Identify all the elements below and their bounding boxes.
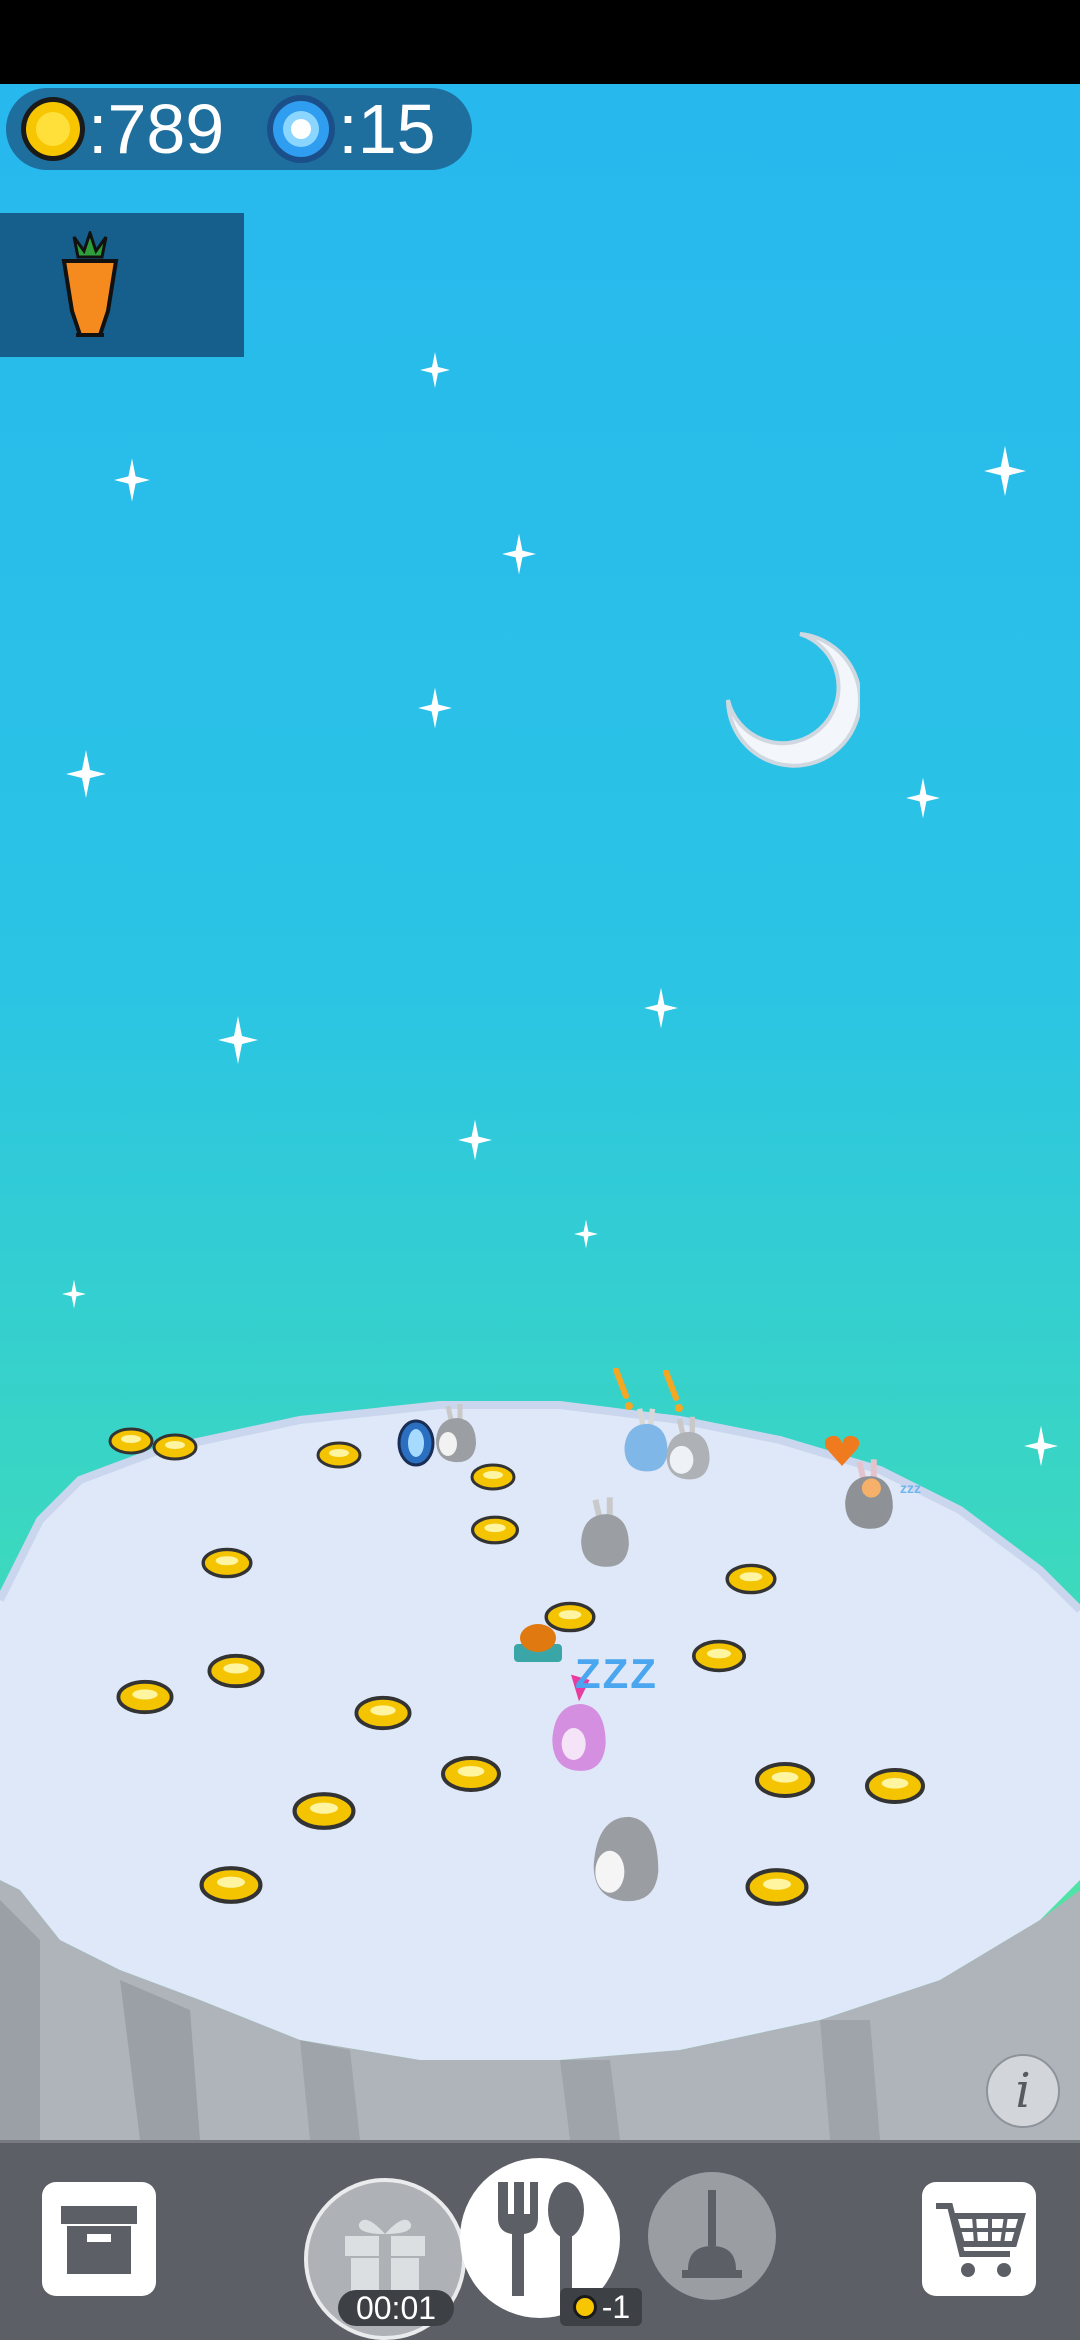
cart-icon bbox=[936, 2203, 1026, 2277]
coin-icon[interactable] bbox=[200, 1546, 254, 1580]
coin-icon[interactable] bbox=[352, 1694, 414, 1732]
bunny-icon[interactable] bbox=[430, 1400, 482, 1466]
status-bar bbox=[0, 0, 1080, 84]
exclamation-icon bbox=[613, 1368, 633, 1410]
sparkle-icon bbox=[644, 987, 678, 1029]
storage-button[interactable] bbox=[42, 2182, 156, 2296]
coin-icon[interactable] bbox=[114, 1678, 176, 1716]
coin-icon[interactable] bbox=[752, 1760, 818, 1800]
feed-cost-value: -1 bbox=[601, 2288, 631, 2325]
coin-icon[interactable] bbox=[196, 1864, 266, 1906]
coin-icon[interactable] bbox=[206, 1652, 266, 1690]
carrot-icon bbox=[61, 231, 119, 337]
sparkle-icon bbox=[574, 1219, 598, 1249]
fork-spoon-icon bbox=[498, 2182, 584, 2296]
food-bowl-icon[interactable] bbox=[510, 1620, 566, 1666]
coin-icon[interactable] bbox=[316, 1440, 362, 1470]
coin-icon[interactable] bbox=[438, 1754, 504, 1794]
coin-icon bbox=[572, 2295, 597, 2319]
gift-timer: 00:01 bbox=[338, 2290, 454, 2326]
currency-bar: :789 :15 bbox=[6, 88, 472, 170]
bunny-icon[interactable] bbox=[574, 1492, 636, 1572]
coin-icon[interactable] bbox=[152, 1432, 198, 1462]
sparkle-icon bbox=[418, 687, 452, 729]
coin-count: :789 bbox=[88, 90, 225, 168]
exclamation-icon bbox=[663, 1370, 683, 1412]
sparkle-icon bbox=[984, 445, 1026, 497]
sparkle-icon bbox=[502, 533, 536, 575]
coin-icon bbox=[21, 97, 85, 161]
coin-icon[interactable] bbox=[862, 1766, 928, 1806]
box-icon bbox=[61, 2206, 137, 2274]
coin-icon[interactable] bbox=[470, 1514, 520, 1546]
coin-icon[interactable] bbox=[690, 1638, 748, 1674]
sleep-indicator: ZZZ bbox=[575, 1650, 658, 1697]
clean-button[interactable] bbox=[648, 2172, 776, 2300]
coin-icon[interactable] bbox=[108, 1426, 154, 1456]
coin-icon[interactable] bbox=[470, 1462, 516, 1492]
sparkle-icon bbox=[218, 1016, 258, 1064]
sparkle-icon bbox=[420, 352, 450, 388]
coin-icon[interactable] bbox=[742, 1866, 812, 1908]
item-slot[interactable] bbox=[0, 213, 244, 357]
sparkle-icon bbox=[458, 1119, 492, 1161]
feed-cost: -1 bbox=[560, 2288, 642, 2326]
bunny-icon[interactable] bbox=[584, 1800, 668, 1908]
gift-icon bbox=[345, 2219, 425, 2300]
shop-button[interactable] bbox=[922, 2182, 1036, 2296]
info-icon: i bbox=[1015, 2063, 1031, 2119]
sparkle-icon bbox=[114, 458, 150, 502]
plunger-icon bbox=[682, 2190, 742, 2278]
heart-icon bbox=[824, 1435, 860, 1466]
sparkle-icon bbox=[62, 1279, 86, 1309]
gem-icon bbox=[267, 95, 336, 163]
moon-icon bbox=[726, 632, 860, 768]
bunny-icon[interactable] bbox=[660, 1412, 716, 1484]
info-button[interactable]: i bbox=[986, 2054, 1060, 2128]
toolbar-edge bbox=[0, 2140, 1080, 2143]
sparkle-icon bbox=[906, 777, 940, 819]
coin-icon[interactable] bbox=[724, 1562, 778, 1596]
sparkle-icon bbox=[66, 750, 106, 798]
coin-icon[interactable] bbox=[290, 1790, 358, 1832]
gem-count: :15 bbox=[338, 90, 436, 168]
sleep-indicator: zzz bbox=[900, 1480, 921, 1496]
